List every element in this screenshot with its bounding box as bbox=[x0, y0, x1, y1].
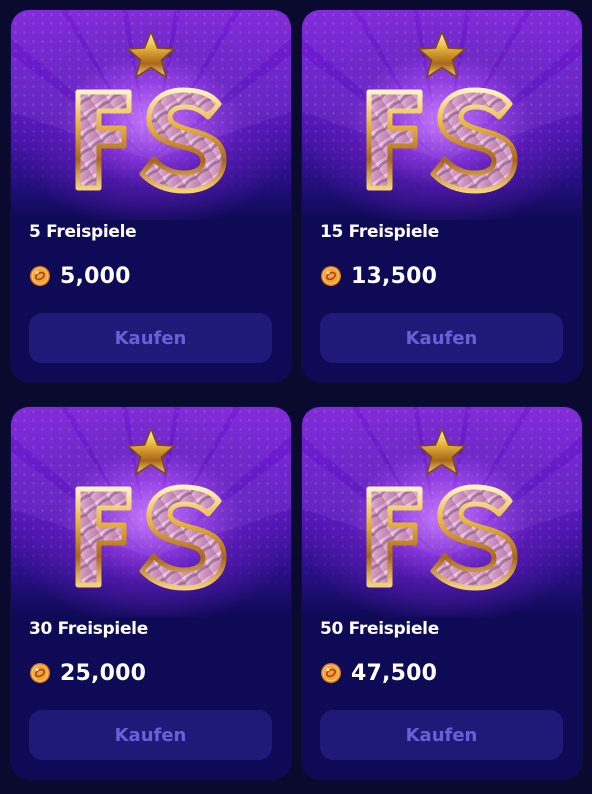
buy-button[interactable]: Kaufen bbox=[320, 313, 563, 363]
price-row: 47,500 bbox=[320, 659, 437, 687]
offer-title: 15 Freispiele bbox=[320, 222, 439, 242]
coin-icon bbox=[321, 266, 341, 286]
star-icon bbox=[417, 30, 467, 79]
star-icon bbox=[417, 427, 467, 476]
offer-card: 50 Freispiele 47,500 Kaufen bbox=[302, 407, 582, 779]
offer-artwork bbox=[11, 10, 291, 220]
coin-icon bbox=[30, 663, 50, 683]
price-row: 13,500 bbox=[320, 262, 437, 290]
fs-logo bbox=[75, 427, 227, 591]
offer-title: 50 Freispiele bbox=[320, 619, 439, 639]
offer-artwork bbox=[302, 10, 582, 220]
buy-button[interactable]: Kaufen bbox=[320, 710, 563, 760]
fs-logo bbox=[366, 427, 518, 591]
fs-logo bbox=[366, 30, 518, 194]
offer-price: 47,500 bbox=[351, 660, 438, 686]
offer-card: 15 Freispiele 13,500 Kaufen bbox=[302, 10, 582, 382]
offer-title: 5 Freispiele bbox=[29, 222, 137, 242]
star-icon bbox=[126, 427, 176, 476]
price-row: 25,000 bbox=[29, 659, 146, 687]
coin-icon bbox=[30, 266, 50, 286]
offer-card: 30 Freispiele 25,000 Kaufen bbox=[11, 407, 291, 779]
price-row: 5,000 bbox=[29, 262, 131, 290]
offer-artwork bbox=[11, 407, 291, 617]
offer-price: 5,000 bbox=[60, 263, 131, 289]
offer-card: 5 Freispiele 5,000 Kaufen bbox=[11, 10, 291, 382]
offer-price: 13,500 bbox=[351, 263, 438, 289]
buy-button[interactable]: Kaufen bbox=[29, 313, 272, 363]
star-icon bbox=[126, 30, 176, 79]
offers-grid: 5 Freispiele 5,000 Kaufen 15 Freispiele bbox=[0, 0, 592, 794]
buy-button[interactable]: Kaufen bbox=[29, 710, 272, 760]
offer-title: 30 Freispiele bbox=[29, 619, 148, 639]
offer-artwork bbox=[302, 407, 582, 617]
offer-price: 25,000 bbox=[60, 660, 147, 686]
coin-icon bbox=[321, 663, 341, 683]
fs-logo bbox=[75, 30, 227, 194]
